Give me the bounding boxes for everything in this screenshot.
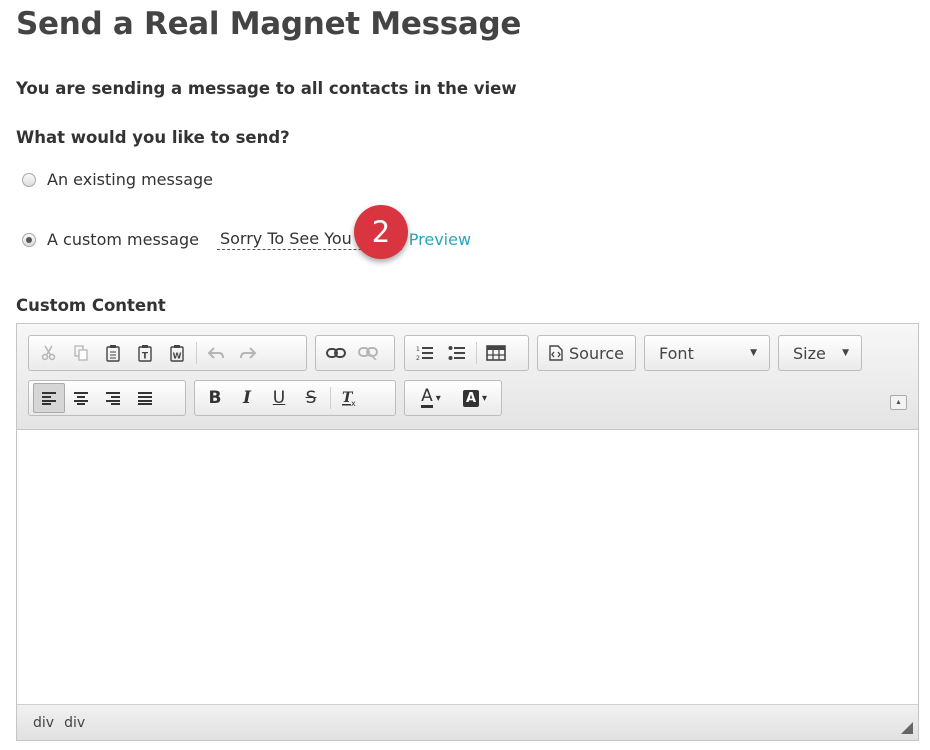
chevron-down-icon: ▼: [750, 348, 757, 358]
justify-icon[interactable]: [129, 383, 161, 413]
element-path-item[interactable]: div: [64, 715, 85, 731]
section-label: Custom Content: [16, 296, 166, 315]
chevron-down-icon: ▼: [842, 348, 849, 358]
unlink-icon[interactable]: [352, 338, 384, 368]
clipboard-group: T W: [28, 335, 307, 371]
svg-text:x: x: [351, 399, 356, 407]
toolbar-separator: [330, 387, 331, 409]
editor-toolbar: T W 12 Source Font ▼ Size ▼ B I U S T x …: [17, 324, 918, 430]
paste-text-icon[interactable]: T: [129, 338, 161, 368]
remove-format-icon[interactable]: Tx: [334, 383, 366, 413]
chevron-down-icon: ▾: [482, 392, 488, 404]
collapse-toolbar-button[interactable]: ▲: [890, 395, 907, 410]
link-icon[interactable]: [320, 338, 352, 368]
svg-text:2: 2: [416, 355, 420, 361]
formatting-group: B I U S Tx: [194, 380, 396, 416]
align-left-icon[interactable]: [33, 383, 65, 413]
undo-icon[interactable]: [200, 338, 232, 368]
color-group: A ▾ A ▾: [404, 380, 502, 416]
svg-text:1: 1: [416, 346, 420, 353]
editor-content-area[interactable]: [17, 430, 918, 704]
toolbar-separator: [476, 342, 477, 364]
custom-message-radio[interactable]: [22, 232, 36, 247]
existing-message-radio[interactable]: [22, 172, 36, 187]
strikethrough-button[interactable]: S: [295, 383, 327, 413]
custom-message-label: A custom message: [47, 230, 199, 249]
option-existing-message[interactable]: An existing message: [22, 170, 213, 189]
existing-message-label: An existing message: [47, 170, 213, 189]
numbered-list-icon[interactable]: 12: [409, 338, 441, 368]
source-label: Source: [569, 343, 624, 363]
rich-text-editor: T W 12 Source Font ▼ Size ▼ B I U S T x …: [16, 323, 919, 741]
paste-word-icon[interactable]: W: [161, 338, 193, 368]
chevron-up-icon: ▲: [895, 399, 902, 406]
svg-text:T: T: [142, 352, 149, 362]
size-dropdown[interactable]: Size ▼: [778, 335, 862, 371]
source-button[interactable]: Source: [537, 335, 636, 371]
list-group: 12: [404, 335, 529, 371]
toolbar-separator: [196, 342, 197, 364]
page-title: Send a Real Magnet Message: [16, 6, 522, 42]
redo-icon[interactable]: [232, 338, 264, 368]
element-path-item[interactable]: div: [33, 715, 54, 731]
preview-link[interactable]: Preview: [409, 230, 471, 249]
resize-handle[interactable]: [901, 722, 913, 734]
cut-icon[interactable]: [33, 338, 65, 368]
svg-text:W: W: [173, 352, 182, 361]
italic-button[interactable]: I: [231, 383, 263, 413]
size-dropdown-label: Size: [793, 343, 826, 363]
alignment-group: [28, 380, 186, 416]
background-color-button[interactable]: A ▾: [453, 383, 497, 413]
info-text: You are sending a message to all contact…: [16, 79, 517, 98]
chevron-down-icon: ▾: [435, 392, 441, 404]
source-icon: [549, 345, 563, 361]
font-dropdown[interactable]: Font ▼: [644, 335, 770, 371]
text-color-glyph: A: [421, 386, 433, 408]
paste-icon[interactable]: [97, 338, 129, 368]
question-label: What would you like to send?: [16, 128, 290, 147]
table-icon[interactable]: [480, 338, 512, 368]
align-right-icon[interactable]: [97, 383, 129, 413]
editor-status-bar: div div: [17, 704, 918, 740]
link-group: [315, 335, 395, 371]
bold-button[interactable]: B: [199, 383, 231, 413]
background-color-glyph: A: [462, 389, 480, 407]
text-color-button[interactable]: A ▾: [409, 383, 453, 413]
align-center-icon[interactable]: [65, 383, 97, 413]
font-dropdown-label: Font: [659, 343, 694, 363]
copy-icon[interactable]: [65, 338, 97, 368]
step-badge: 2: [354, 205, 408, 259]
underline-button[interactable]: U: [263, 383, 295, 413]
bulleted-list-icon[interactable]: [441, 338, 473, 368]
